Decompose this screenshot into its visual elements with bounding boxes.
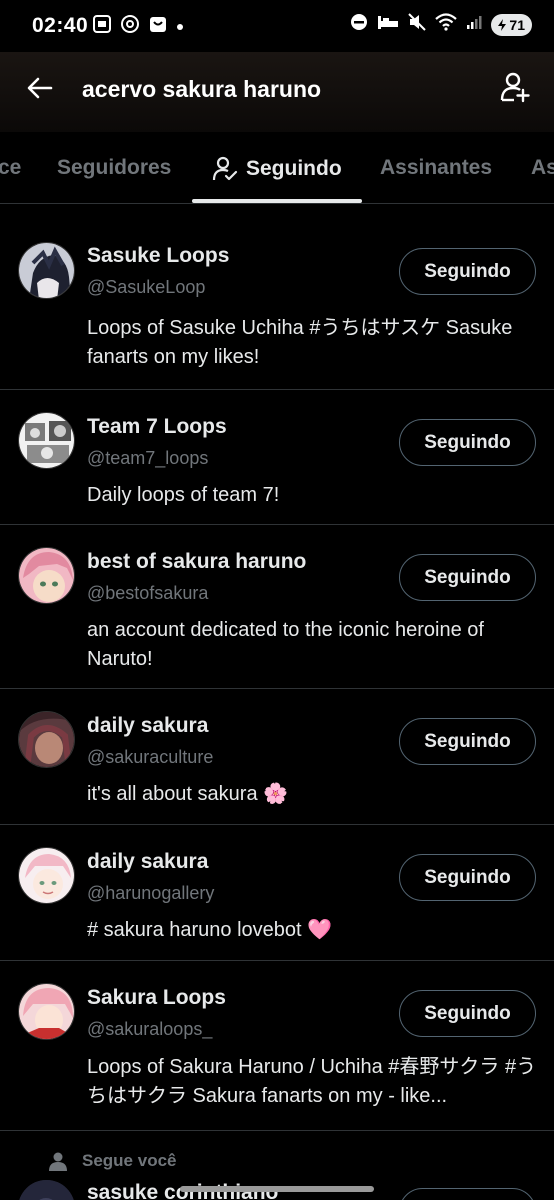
avatar[interactable]: [18, 711, 75, 768]
account-bio: Loops of Sakura Haruno / Uchiha #春野サクラ #…: [87, 1056, 537, 1107]
signal-icon: [466, 14, 482, 35]
account-bio: Daily loops of team 7!: [87, 484, 280, 506]
follow-button[interactable]: [399, 1188, 536, 1200]
list-item[interactable]: best of sakura haruno @bestofsakura an a…: [0, 525, 554, 689]
account-name[interactable]: Sasuke Loops: [87, 244, 229, 268]
account-bio: it's all about sakura 🌸: [87, 783, 289, 805]
account-name[interactable]: Sakura Loops: [87, 986, 226, 1010]
tab-assinantes[interactable]: Assinantes: [380, 156, 492, 180]
following-button[interactable]: Seguindo: [399, 854, 536, 901]
status-system-icons: 71: [350, 13, 532, 36]
account-name[interactable]: daily sakura: [87, 714, 208, 738]
list-item[interactable]: Sakura Loops @sakuraloops_ Loops of Saku…: [0, 961, 554, 1131]
person-icon: [49, 1152, 67, 1171]
avatar[interactable]: [18, 242, 75, 299]
active-tab-indicator: [192, 199, 362, 203]
avatar[interactable]: [18, 1180, 75, 1200]
arrow-left-icon: [27, 77, 53, 99]
account-name[interactable]: best of sakura haruno: [87, 550, 306, 574]
list-item[interactable]: Team 7 Loops @team7_loops Daily loops of…: [0, 390, 554, 525]
following-button[interactable]: Seguindo: [399, 990, 536, 1037]
account-handle: @SasukeLoop: [87, 277, 206, 297]
avatar[interactable]: [18, 847, 75, 904]
battery-indicator: 71: [491, 13, 532, 36]
do-not-disturb-icon: [350, 13, 368, 36]
dot-icon: [176, 18, 184, 36]
account-bio: an account dedicated to the iconic heroi…: [87, 619, 484, 670]
profile-header: acervo sakura haruno: [0, 52, 554, 132]
person-check-icon: [212, 156, 238, 181]
tab-seguidores[interactable]: Seguidores: [57, 156, 171, 180]
screenshot-icon: [92, 14, 112, 39]
list-item[interactable]: Sasuke Loops @SasukeLoop Loops of Sasuke…: [0, 219, 554, 390]
gesture-navigation-handle[interactable]: [180, 1186, 374, 1192]
tab-seguidores-verificados[interactable]: ce: [0, 156, 21, 180]
add-person-icon: [500, 72, 530, 103]
back-button[interactable]: [22, 70, 58, 106]
following-button[interactable]: Seguindo: [399, 718, 536, 765]
account-handle: @sakuraloops_: [87, 1019, 213, 1039]
tab-seguindo-label: Seguindo: [246, 157, 342, 180]
follows-you-text: Segue você: [82, 1151, 177, 1170]
following-button[interactable]: Seguindo: [399, 554, 536, 601]
account-name[interactable]: daily sakura: [87, 850, 208, 874]
follows-you-label: Segue você: [48, 1151, 177, 1171]
status-time: 02:40: [32, 14, 89, 37]
tab-assinaturas[interactable]: As: [531, 156, 554, 180]
account-handle: @team7_loops: [87, 448, 209, 468]
threads-icon: [120, 14, 140, 39]
avatar[interactable]: [18, 983, 75, 1040]
tab-seguindo[interactable]: Seguindo: [212, 156, 342, 182]
avatar[interactable]: [18, 412, 75, 469]
account-handle: @sakuraculture: [87, 747, 214, 767]
page-title: acervo sakura haruno: [82, 76, 322, 102]
tab-bar: ce Seguidores Seguindo Assinantes As: [0, 140, 554, 204]
follow-user-button[interactable]: [496, 68, 534, 106]
shopping-bag-icon: [148, 14, 168, 39]
bed-icon: [377, 13, 399, 36]
account-handle: @bestofsakura: [87, 583, 209, 603]
list-item[interactable]: daily sakura @harunogallery # sakura har…: [0, 825, 554, 961]
account-name[interactable]: Team 7 Loops: [87, 415, 227, 439]
mute-icon: [408, 13, 427, 36]
following-button[interactable]: Seguindo: [399, 248, 536, 295]
following-list: Sasuke Loops @SasukeLoop Loops of Sasuke…: [0, 219, 554, 1131]
wifi-icon: [435, 13, 458, 36]
following-button[interactable]: Seguindo: [399, 419, 536, 466]
status-notification-icons: [92, 14, 184, 39]
account-handle: @harunogallery: [87, 883, 215, 903]
account-bio: # sakura haruno lovebot 🩷: [87, 919, 333, 941]
list-item[interactable]: daily sakura @sakuraculture it's all abo…: [0, 689, 554, 825]
status-bar: 02:40 71: [0, 0, 554, 52]
charging-icon: [498, 18, 507, 31]
account-bio: Loops of Sasuke Uchiha #うちはサスケ Sasuke fa…: [87, 317, 513, 368]
avatar[interactable]: [18, 547, 75, 604]
battery-level: 71: [509, 16, 525, 33]
